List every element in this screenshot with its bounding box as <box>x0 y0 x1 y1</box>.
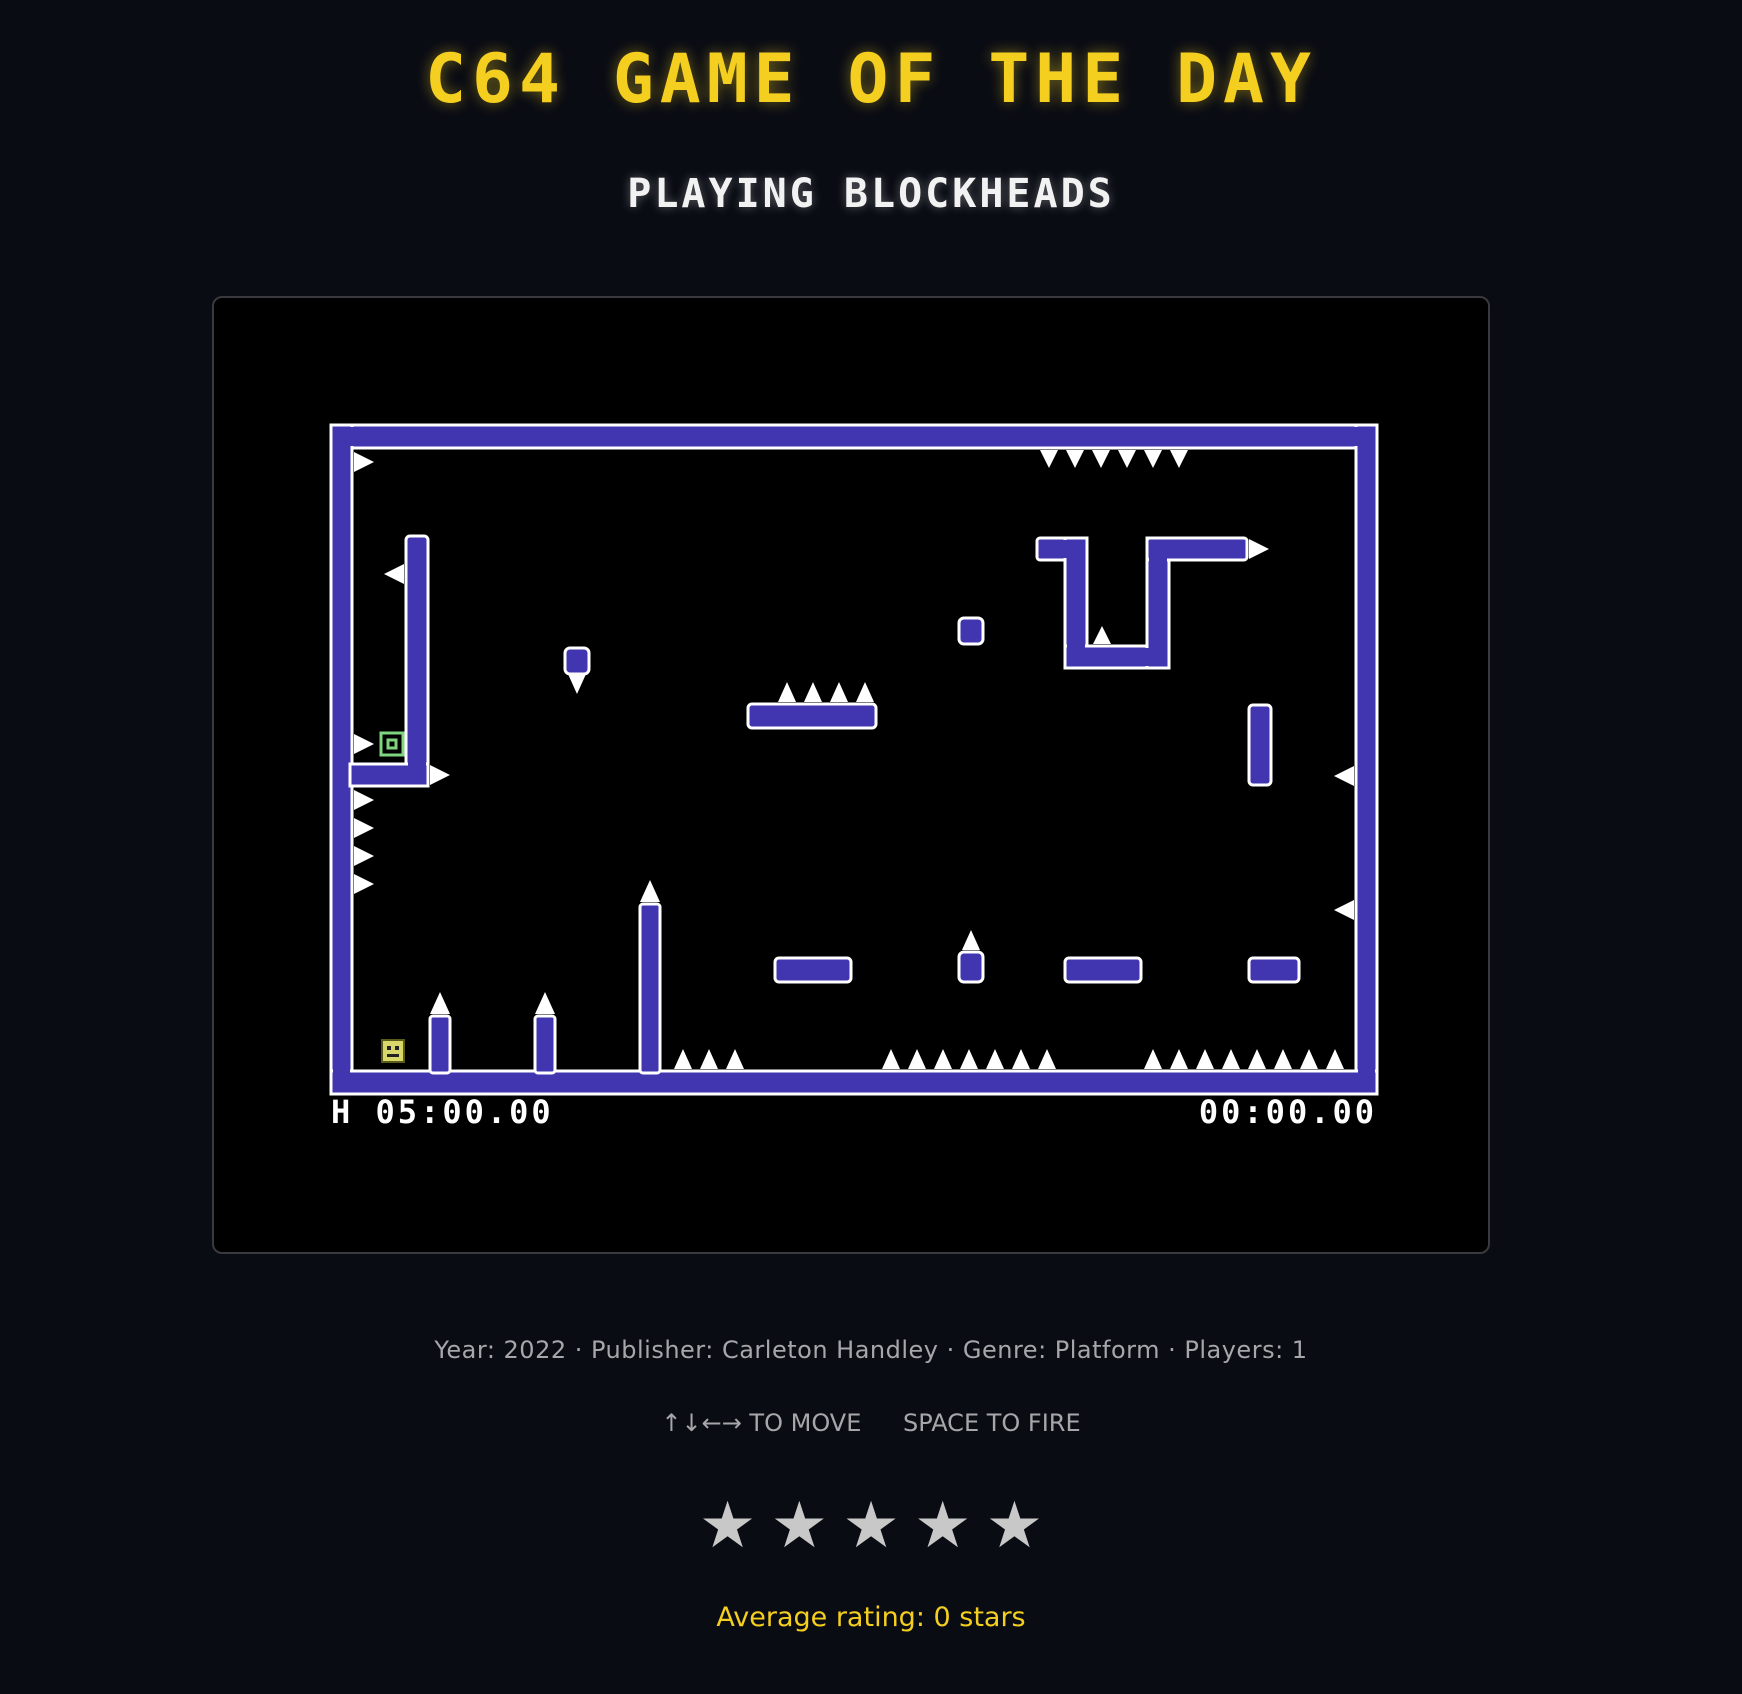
player-block <box>381 1039 405 1063</box>
star-icon-1[interactable]: ★ <box>699 1494 756 1558</box>
star-icon-4[interactable]: ★ <box>914 1494 971 1558</box>
game-subtitle: PLAYING BLOCKHEADS <box>627 171 1115 217</box>
star-rating[interactable]: ★ ★ ★ ★ ★ <box>0 1494 1742 1558</box>
page-title: C64 GAME OF THE DAY <box>425 40 1317 119</box>
control-move-label: ↑↓←→ TO MOVE <box>661 1409 862 1437</box>
star-icon-5[interactable]: ★ <box>986 1494 1043 1558</box>
controls-help: ↑↓←→ TO MOVE SPACE TO FIRE <box>0 1409 1742 1437</box>
hud-elapsed-time: 00:00.00 <box>1199 1093 1377 1131</box>
game-frame[interactable]: H 05:00.00 00:00.00 <box>212 296 1490 1254</box>
average-rating: Average rating: 0 stars <box>716 1602 1026 1633</box>
control-fire-label: SPACE TO FIRE <box>903 1409 1081 1437</box>
star-icon-3[interactable]: ★ <box>842 1494 899 1558</box>
star-icon-2[interactable]: ★ <box>771 1494 828 1558</box>
game-screen[interactable]: H 05:00.00 00:00.00 <box>214 298 1488 1252</box>
level-walls <box>329 423 1379 1096</box>
hud-time-limit: H 05:00.00 <box>331 1093 554 1131</box>
game-metadata: Year: 2022 · Publisher: Carleton Handley… <box>434 1336 1308 1364</box>
